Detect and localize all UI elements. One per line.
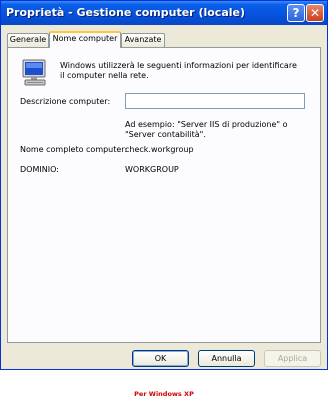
close-icon[interactable]: ✕ <box>306 4 324 22</box>
full-name-label: Nome completo computer: <box>20 145 128 154</box>
tab-generale[interactable]: Generale <box>7 33 49 47</box>
computer-icon <box>22 59 46 86</box>
ok-button[interactable]: OK <box>132 350 189 367</box>
full-name-value: check.workgroup <box>125 145 194 154</box>
cancel-button[interactable]: Annulla <box>198 350 255 367</box>
tab-avanzate[interactable]: Avanzate <box>121 33 165 47</box>
apply-button[interactable]: Applica <box>264 350 321 367</box>
title-bar[interactable]: Proprietà - Gestione computer (locale) ?… <box>1 1 327 25</box>
window-title: Proprietà - Gestione computer (locale) <box>6 6 245 19</box>
description-input[interactable] <box>125 93 305 109</box>
help-icon[interactable]: ? <box>287 4 305 22</box>
domain-value: WORKGROUP <box>125 165 179 174</box>
description-label: Descrizione computer: <box>20 97 111 106</box>
example-text: Ad esempio: "Server IIS di produzione" o… <box>125 120 288 139</box>
tab-bar: Generale Nome computer Avanzate <box>1 31 327 48</box>
info-text: Windows utilizzerà le seguenti informazi… <box>60 61 297 80</box>
tab-panel: Windows utilizzerà le seguenti informazi… <box>7 47 321 343</box>
properties-dialog: Proprietà - Gestione computer (locale) ?… <box>0 0 328 370</box>
caption: Per Windows XP <box>134 390 194 398</box>
domain-label: DOMINIO: <box>20 165 59 174</box>
tab-nome-computer[interactable]: Nome computer <box>49 31 121 48</box>
